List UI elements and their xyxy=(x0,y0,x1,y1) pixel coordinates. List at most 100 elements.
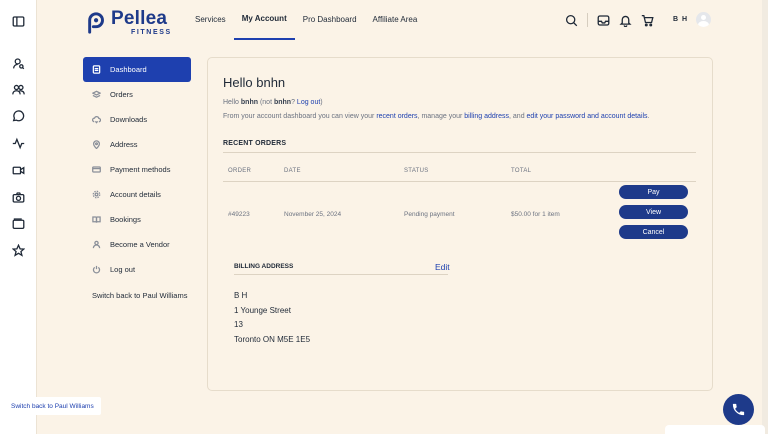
sidebar-item-address[interactable]: Address xyxy=(83,132,191,157)
power-icon xyxy=(92,265,102,275)
column-header-status: STATUS xyxy=(404,168,429,174)
intro-part-4: . xyxy=(647,113,650,120)
map-pin-icon xyxy=(92,140,102,150)
users-icon[interactable] xyxy=(10,81,26,97)
brand-logo[interactable]: Pellea FITNESS xyxy=(86,9,172,36)
bottom-panel-edge xyxy=(665,425,765,434)
main-nav: Services My Account Pro Dashboard Affili… xyxy=(187,0,425,40)
greeting-not: (not xyxy=(258,99,274,106)
intro-part-3: , and xyxy=(509,113,527,120)
billing-address-link[interactable]: billing address xyxy=(464,113,509,120)
nav-services[interactable]: Services xyxy=(187,0,234,40)
sidebar-item-label: Dashboard xyxy=(110,65,147,74)
scrollbar[interactable] xyxy=(762,0,768,434)
edit-billing-link[interactable]: Edit xyxy=(435,262,450,272)
sidebar-item-bookings[interactable]: Bookings xyxy=(83,207,191,232)
address-line: 13 xyxy=(234,320,243,329)
sidebar-item-account-details[interactable]: Account details xyxy=(83,182,191,207)
address-line: 1 Younge Street xyxy=(234,305,291,315)
switch-back-floating-link[interactable]: Switch back to Paul Williams xyxy=(4,397,101,415)
search-icon[interactable] xyxy=(565,14,578,27)
sidebar-item-payment-methods[interactable]: Payment methods xyxy=(83,157,191,182)
greeting-end: ) xyxy=(320,99,323,106)
user-icon xyxy=(92,240,102,250)
video-icon[interactable] xyxy=(10,162,26,178)
column-header-date: DATE xyxy=(284,168,301,174)
intro-part-2: , manage your xyxy=(417,113,465,120)
book-icon xyxy=(92,215,102,225)
address-line: Toronto ON M5E 1E5 xyxy=(234,334,311,344)
sidebar-item-downloads[interactable]: Downloads xyxy=(83,107,191,132)
header-tools xyxy=(556,13,654,27)
camera-icon[interactable] xyxy=(10,189,26,205)
divider xyxy=(234,274,448,275)
nav-my-account[interactable]: My Account xyxy=(233,0,295,40)
sidebar-item-label: Payment methods xyxy=(110,165,171,174)
sidebar-item-label: Become a Vendor xyxy=(110,240,170,249)
chat-icon[interactable] xyxy=(10,108,26,124)
sidebar-item-label: Log out xyxy=(110,265,136,274)
billing-address-title: BILLING ADDRESS xyxy=(234,263,294,270)
pay-button[interactable]: Pay xyxy=(619,185,688,199)
activity-icon[interactable] xyxy=(10,135,26,151)
bell-icon[interactable] xyxy=(619,14,632,27)
order-total: $50.00 for 1 item xyxy=(511,211,560,218)
sidebar-item-label: Address xyxy=(110,140,138,149)
logo-mark-icon xyxy=(88,11,104,34)
intro-part-1: From your account dashboard you can view… xyxy=(223,113,377,120)
phone-icon xyxy=(732,403,745,416)
dashboard-card: Hello bnhn Hello bnhn (not bnhn? Log out… xyxy=(207,57,713,391)
user-search-icon[interactable] xyxy=(10,55,26,71)
divider xyxy=(223,152,696,153)
star-icon[interactable] xyxy=(10,242,26,258)
call-button[interactable] xyxy=(723,394,754,425)
top-bar: Pellea FITNESS Services My Account Pro D… xyxy=(37,0,768,40)
brand-name: Pellea xyxy=(111,8,168,29)
cart-icon[interactable] xyxy=(641,14,654,27)
sidebar-item-label: Bookings xyxy=(110,215,141,224)
greeting-username-2: bnhn xyxy=(273,99,292,106)
order-status: Pending payment xyxy=(404,211,455,218)
recent-orders-link[interactable]: recent orders xyxy=(376,113,417,120)
sidebar-item-orders[interactable]: Orders xyxy=(83,82,191,107)
sidebar-item-label: Orders xyxy=(110,90,133,99)
cloud-download-icon xyxy=(92,115,102,125)
view-button[interactable]: View xyxy=(619,205,688,219)
order-number[interactable]: #49223 xyxy=(228,211,250,218)
divider xyxy=(587,13,588,27)
dashboard-icon xyxy=(92,65,102,75)
column-header-order: ORDER xyxy=(228,168,252,174)
avatar[interactable] xyxy=(696,12,711,27)
sidebar-item-dashboard[interactable]: Dashboard xyxy=(83,57,191,82)
wallet-icon[interactable] xyxy=(10,215,26,231)
cancel-button[interactable]: Cancel xyxy=(619,225,688,239)
credit-card-icon xyxy=(92,165,102,175)
left-icon-rail xyxy=(0,0,37,434)
account-sidebar: Dashboard Orders Downloads Address Payme… xyxy=(83,57,191,303)
intro-text: From your account dashboard you can view… xyxy=(223,113,650,120)
recent-orders-title: RECENT ORDERS xyxy=(223,140,287,147)
column-header-total: TOTAL xyxy=(511,168,532,174)
page-title: Hello bnhn xyxy=(223,75,286,90)
address-line: B H xyxy=(234,291,248,300)
gear-icon xyxy=(92,190,102,200)
nav-pro-dashboard[interactable]: Pro Dashboard xyxy=(295,0,365,40)
logout-link[interactable]: Log out xyxy=(297,99,320,106)
greeting-prefix: Hello xyxy=(223,99,241,106)
billing-address: B H 1 Younge Street 13 Toronto ON M5E 1E… xyxy=(234,289,310,347)
user-initials[interactable]: B H xyxy=(673,16,688,23)
greeting-username: bnhn xyxy=(240,99,259,106)
sidebar-item-log-out[interactable]: Log out xyxy=(83,257,191,282)
inbox-icon[interactable] xyxy=(597,14,610,27)
divider xyxy=(223,181,696,182)
edit-account-link[interactable]: edit your password and account details xyxy=(527,113,648,120)
switch-back-link[interactable]: Switch back to Paul Williams xyxy=(83,289,191,303)
nav-affiliate-area[interactable]: Affiliate Area xyxy=(365,0,426,40)
brand-tagline: FITNESS xyxy=(131,29,172,36)
panel-toggle-icon[interactable] xyxy=(10,13,26,29)
layers-icon xyxy=(92,90,102,100)
sidebar-item-label: Downloads xyxy=(110,115,148,124)
sidebar-item-label: Account details xyxy=(110,190,161,199)
greeting-line: Hello bnhn (not bnhn? Log out) xyxy=(223,99,323,106)
sidebar-item-become-a-vendor[interactable]: Become a Vendor xyxy=(83,232,191,257)
